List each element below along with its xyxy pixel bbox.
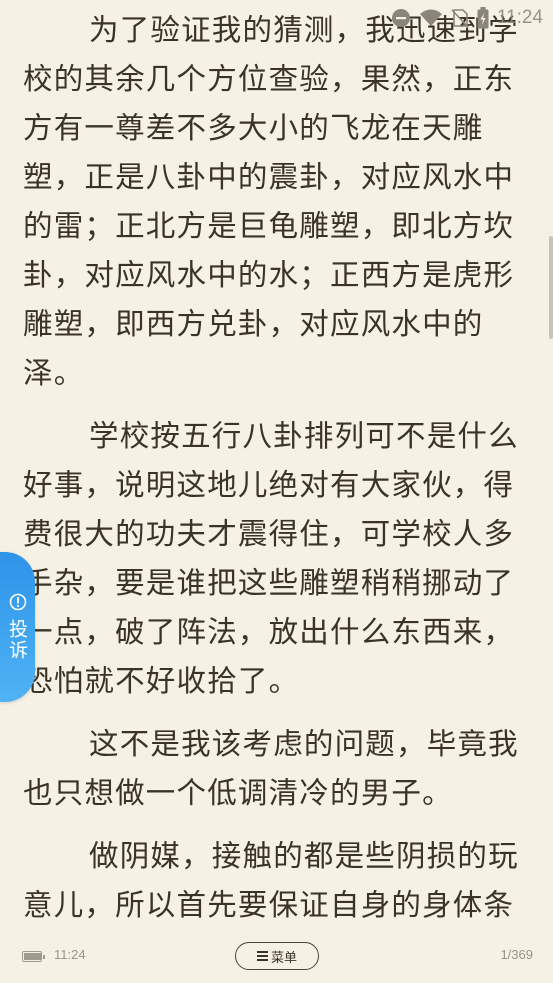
menu-label: 菜单 xyxy=(270,949,297,965)
reader-content-area[interactable]: 为了验证我的猜测，我迅速到学校的其余几个方位查验，果然，正东方有一尊差不多大小的… xyxy=(0,0,553,930)
alert-circle-icon xyxy=(9,593,27,615)
paragraph: 学校按五行八卦排列可不是什么好事，说明这地儿绝对有大家伙，得费很大的功夫才震得住… xyxy=(23,419,519,698)
paragraph: 为了验证我的猜测，我迅速到学校的其余几个方位查验，果然，正东方有一尊差不多大小的… xyxy=(23,13,519,390)
report-button[interactable]: 投诉 xyxy=(0,552,35,702)
battery-icon xyxy=(22,951,45,962)
system-status-bar: 11:24 xyxy=(343,0,553,36)
no-sim-icon xyxy=(451,8,469,28)
chapter-text: 为了验证我的猜测，我迅速到学校的其余几个方位查验，果然，正东方有一尊差不多大小的… xyxy=(23,6,529,930)
paragraph: 这不是我该考虑的问题，毕竟我也只想做一个低调清冷的男子。 xyxy=(23,727,519,810)
list-icon xyxy=(256,951,268,961)
status-time: 11:24 xyxy=(496,7,543,28)
reader-footer: 11:24 菜单 1/369 xyxy=(0,930,553,983)
wifi-icon xyxy=(419,8,443,28)
menu-button[interactable]: 菜单 xyxy=(235,942,319,970)
report-label: 投诉 xyxy=(6,619,28,661)
footer-time: 11:24 xyxy=(54,947,86,962)
page-indicator: 1/369 xyxy=(500,947,533,962)
battery-charging-icon xyxy=(477,7,489,29)
paragraph: 做阴媒，接触的都是些阴损的玩意儿，所以首先要保证自身的身体条件，所以每天晚上我都… xyxy=(23,839,519,922)
do-not-disturb-icon xyxy=(391,8,411,28)
scrollbar-thumb[interactable] xyxy=(549,236,553,339)
battery-level xyxy=(24,953,42,960)
